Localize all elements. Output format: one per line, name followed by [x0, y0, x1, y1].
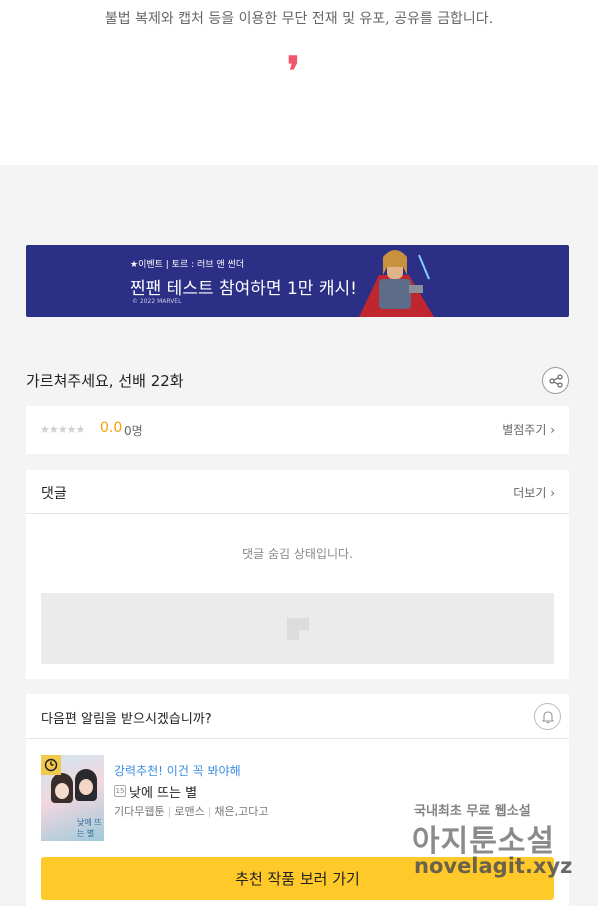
- notification-header: 다음편 알림을 받으시겠습니까?: [26, 694, 569, 739]
- comments-header: 댓글 더보기 ›: [26, 470, 569, 514]
- banner-headline: 찐팬 테스트 참여하면 1만 캐시!: [130, 279, 357, 299]
- cover-face-left: [55, 783, 69, 799]
- episode-end-area: 불법 복제와 캡처 등을 이용한 무단 전재 및 유포, 공유를 금합니다. ❜: [0, 0, 598, 165]
- hero-illustration-icon: [359, 250, 434, 317]
- bell-icon: [541, 710, 554, 723]
- banner-copyright: © 2022 MARVEL: [132, 298, 182, 305]
- work-genre-type: 기다무웹툰: [114, 805, 165, 818]
- rate-button[interactable]: 별점주기 ›: [502, 421, 555, 438]
- view-recommendation-button[interactable]: 추천 작품 보러 가기: [41, 857, 554, 900]
- comments-card: 댓글 더보기 › 댓글 숨김 상태입니다.: [26, 470, 569, 679]
- ad-placeholder-icon: [287, 618, 309, 640]
- end-mark-icon: ❜: [287, 48, 300, 95]
- rating-count: 0명: [124, 424, 143, 438]
- banner-subtitle: ★이벤트 | 토르 : 러브 앤 썬더: [130, 260, 245, 270]
- age-rating-badge: 15: [114, 785, 126, 797]
- recommendation-card: 다음편 알림을 받으시겠습니까? 낮에 뜨는 별 강력추천! 이건 꼭 봐야해 …: [26, 694, 569, 906]
- event-banner[interactable]: ★이벤트 | 토르 : 러브 앤 썬더 찐팬 테스트 참여하면 1만 캐시! ©…: [26, 245, 569, 317]
- work-authors: 채은,고다고: [214, 805, 269, 818]
- wait-free-clock-icon: [41, 755, 61, 775]
- work-meta: 기다무웹툰 | 로맨스 | 채은,고다고: [114, 805, 269, 818]
- share-icon: [548, 373, 563, 388]
- cover-title-text: 낮에 뜨는 별: [77, 818, 102, 838]
- notification-question: 다음편 알림을 받으시겠습니까?: [41, 712, 212, 727]
- copyright-notice: 불법 복제와 캡처 등을 이용한 무단 전재 및 유포, 공유를 금합니다.: [104, 11, 494, 27]
- share-button[interactable]: [542, 367, 569, 394]
- comments-more-link[interactable]: 더보기 ›: [513, 484, 555, 501]
- recommend-tagline: 강력추천! 이건 꼭 봐야해: [114, 764, 241, 778]
- cover-face-right: [79, 779, 93, 795]
- ad-placeholder[interactable]: [41, 593, 554, 664]
- rating-score: 0.0: [100, 420, 123, 436]
- rating-card: ★★★★★ 0.0 0명 별점주기 ›: [26, 406, 569, 454]
- work-genre: 로맨스: [174, 805, 205, 818]
- comments-title: 댓글: [41, 486, 67, 502]
- episode-title: 가르쳐주세요, 선배 22화: [26, 372, 184, 390]
- work-thumbnail[interactable]: 낮에 뜨는 별: [41, 755, 104, 841]
- rating-stars: ★★★★★: [40, 423, 85, 436]
- comments-hidden-message: 댓글 숨김 상태입니다.: [242, 547, 353, 561]
- notification-bell-button[interactable]: [534, 703, 561, 730]
- work-title[interactable]: 낮에 뜨는 별: [129, 782, 197, 801]
